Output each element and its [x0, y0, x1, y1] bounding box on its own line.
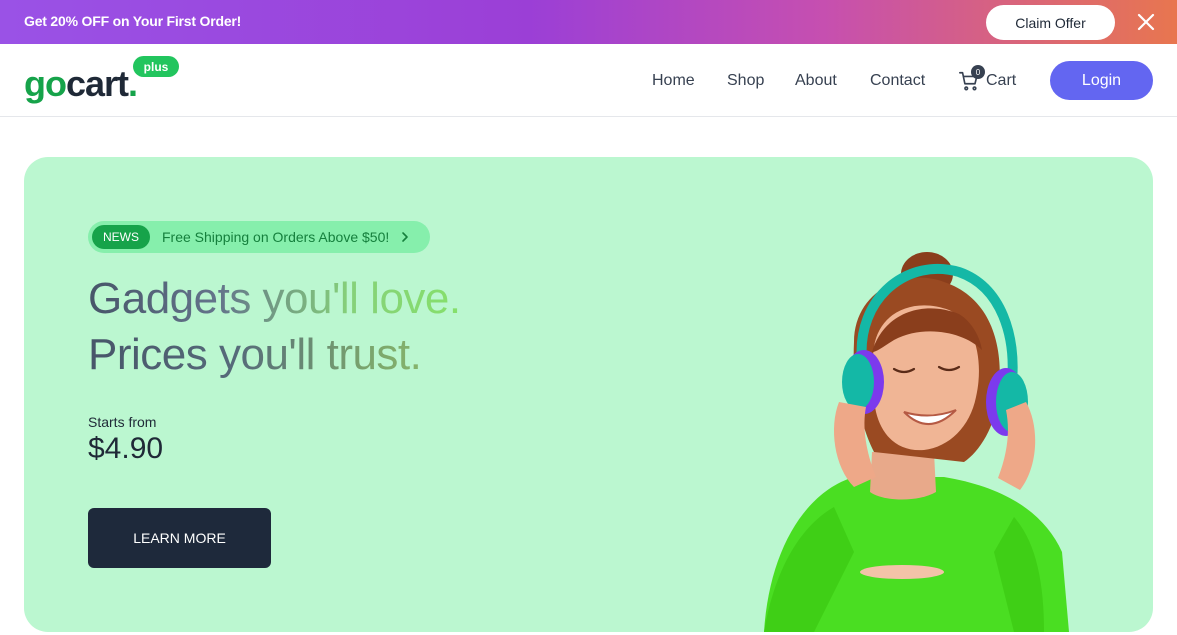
news-pill[interactable]: NEWS Free Shipping on Orders Above $50! — [88, 221, 430, 253]
close-icon[interactable] — [1134, 10, 1158, 34]
logo-go-text: go — [24, 63, 67, 104]
nav-contact[interactable]: Contact — [870, 72, 925, 90]
headline-line-1: Gadgets you'll love. — [88, 271, 461, 327]
hero-section: NEWS Free Shipping on Orders Above $50! … — [24, 157, 1153, 632]
price: $4.90 — [88, 432, 164, 465]
site-header: gocart. plus Home Shop About Contact 0 C… — [0, 44, 1177, 117]
cart-label: Cart — [986, 72, 1017, 89]
nav-about[interactable]: About — [795, 72, 837, 90]
learn-more-button[interactable]: LEARN MORE — [88, 508, 271, 568]
chevron-right-icon — [402, 232, 408, 242]
claim-offer-button[interactable]: Claim Offer — [986, 5, 1115, 40]
woman-with-headphones-image — [764, 252, 1069, 632]
promo-banner: Get 20% OFF on Your First Order! Claim O… — [0, 0, 1177, 44]
headline-line-2: Prices you'll trust. — [88, 327, 461, 383]
news-tag: NEWS — [92, 225, 150, 249]
hero-headline: Gadgets you'll love. Prices you'll trust… — [88, 271, 461, 383]
promo-text: Get 20% OFF on Your First Order! — [24, 13, 242, 29]
starts-from-label: Starts from — [88, 414, 157, 430]
nav-home[interactable]: Home — [652, 72, 695, 90]
logo-plus-badge: plus — [133, 56, 179, 77]
logo[interactable]: gocart. — [24, 63, 138, 104]
login-button[interactable]: Login — [1050, 61, 1153, 100]
logo-cart-text: cart — [65, 63, 129, 104]
cart-count-badge: 0 — [971, 65, 985, 79]
nav-shop[interactable]: Shop — [727, 72, 764, 90]
news-text: Free Shipping on Orders Above $50! — [162, 229, 390, 245]
nav-cart[interactable]: 0 Cart — [958, 65, 1017, 94]
